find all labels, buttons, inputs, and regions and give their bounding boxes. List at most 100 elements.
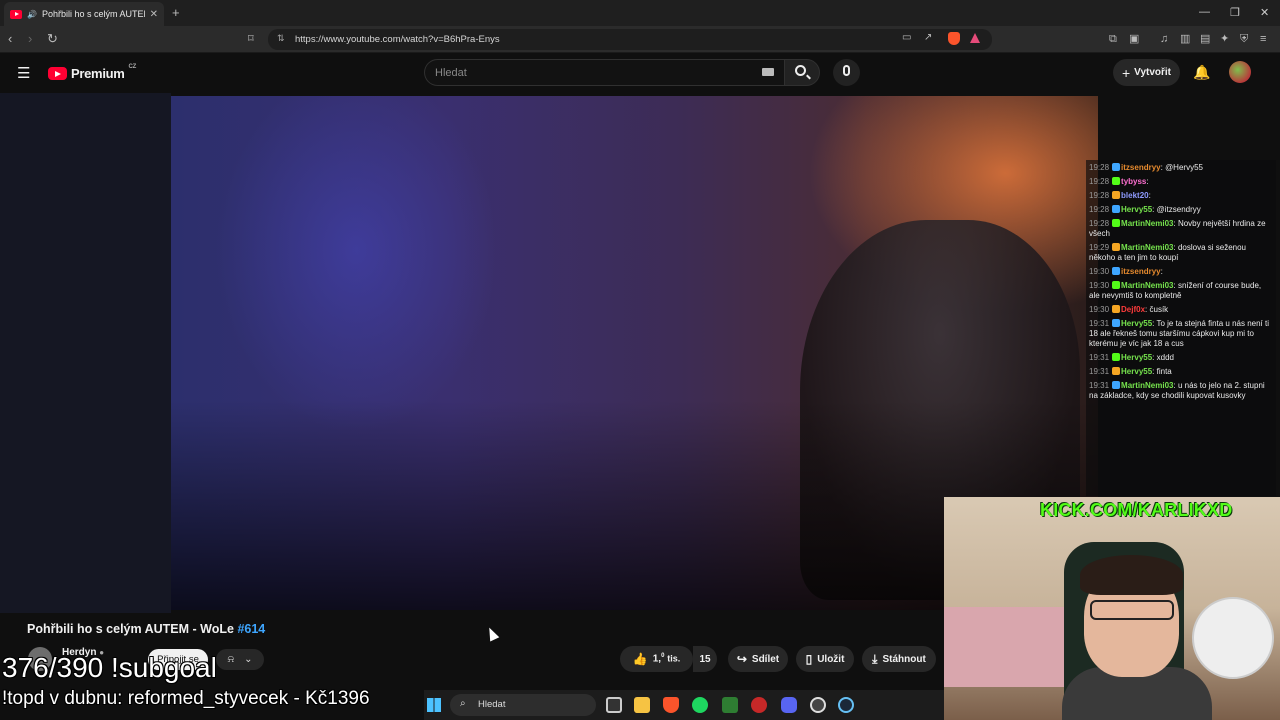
close-window-icon[interactable]: ✕ — [1260, 6, 1269, 19]
restore-icon[interactable]: ❐ — [1230, 6, 1240, 19]
download-button[interactable]: ⤓ Stáhnout — [862, 646, 936, 672]
download-label: Stáhnout — [882, 653, 926, 665]
chat-badge-icon — [1112, 191, 1121, 199]
task-view-icon[interactable] — [606, 697, 622, 713]
subscribe-menu-button[interactable]: ⍾ ⌄ — [216, 649, 264, 670]
tab-title: Pohřbili ho s celým AUTEM - — [41, 9, 145, 19]
webcam-overlay — [944, 497, 1280, 720]
notifications-bell-icon[interactable]: 🔔 — [1193, 64, 1210, 81]
chat-timestamp: 19:31 — [1089, 381, 1110, 390]
keyboard-icon[interactable] — [762, 68, 774, 76]
site-info-icon[interactable]: ⇅ — [277, 33, 285, 44]
extensions-icon[interactable]: ⧉ — [1109, 32, 1117, 46]
close-tab-icon[interactable]: ✕ — [150, 9, 158, 20]
obs-icon[interactable] — [810, 697, 826, 713]
wallet2-icon[interactable]: ▤ — [1200, 32, 1210, 46]
logo-region: CZ — [128, 63, 137, 70]
media-icon[interactable]: ♫ — [1160, 32, 1168, 46]
subgoal-overlay: 376/390 !subgoal — [2, 652, 217, 683]
like-button[interactable]: 👍 1,0 tis. — [620, 646, 693, 672]
chat-timestamp: 19:28 — [1089, 177, 1110, 186]
search-input[interactable]: Hledat — [424, 59, 784, 86]
address-bar[interactable]: ⇅ https://www.youtube.com/watch?v=B6hPra… — [268, 29, 992, 50]
chat-timestamp: 19:29 — [1089, 243, 1110, 252]
chat-badge-icon — [1112, 205, 1121, 213]
chat-message: 19:31 MartinNemi03: u nás to jelo na 2. s… — [1089, 381, 1273, 401]
bookmark-icon[interactable]: ⌑ — [248, 32, 254, 46]
stream-chat-overlay: 19:28 itzsendryy: @Hervy55 19:28 tybyss: 19… — [1086, 160, 1276, 496]
forward-icon[interactable]: › — [28, 32, 32, 46]
windows-start-icon[interactable] — [427, 698, 441, 712]
speaker-icon[interactable]: 🔊 — [27, 10, 37, 19]
webcam-person-glasses — [1090, 600, 1174, 620]
microphone-icon — [843, 65, 850, 76]
discord-icon[interactable] — [781, 697, 797, 713]
rewards-icon[interactable] — [970, 33, 980, 43]
youtube-logo[interactable]: Premium CZ — [48, 63, 137, 81]
share-arrow-icon: ↪ — [736, 652, 747, 666]
back-icon[interactable]: ‹ — [8, 32, 12, 46]
sidebar-icon[interactable]: ▥ — [1180, 32, 1190, 46]
account-avatar[interactable] — [1229, 61, 1251, 83]
chat-badge-icon — [1112, 319, 1121, 327]
hamburger-menu-icon[interactable]: ☰ — [17, 64, 30, 82]
new-tab-icon[interactable]: + — [172, 5, 180, 20]
webcam-person-hair — [1080, 555, 1183, 595]
video-hashtag[interactable]: #614 — [237, 622, 265, 636]
microphone-button[interactable] — [833, 59, 860, 86]
chat-username: Hervy55 — [1121, 353, 1153, 362]
youtube-favicon-icon — [10, 9, 22, 19]
chat-timestamp: 19:28 — [1089, 205, 1110, 214]
cast-icon[interactable]: ▭ — [902, 32, 911, 43]
file-explorer-icon[interactable] — [634, 697, 650, 713]
webcam-fan — [1192, 597, 1274, 679]
browser-toolbar: ‹ › ↻ ⌑ ⇅ https://www.youtube.com/watch?… — [0, 26, 1280, 53]
app-icon[interactable] — [722, 697, 738, 713]
chat-message: 19:28 blekt20: — [1089, 191, 1273, 201]
menu-icon[interactable]: ≡ — [1260, 32, 1266, 46]
youtube-header: ☰ Premium CZ Hledat + Vytvořit 🔔 — [0, 53, 1280, 93]
chat-timestamp: 19:30 — [1089, 305, 1110, 314]
chat-username: Hervy55 — [1121, 319, 1153, 328]
chat-badge-icon — [1112, 305, 1121, 313]
chat-badge-icon — [1112, 219, 1121, 227]
spotify-icon[interactable] — [692, 697, 708, 713]
minimize-icon[interactable]: — — [1199, 6, 1210, 18]
webcam-bed — [944, 607, 1064, 687]
chat-timestamp: 19:28 — [1089, 191, 1110, 200]
browser-tab-bar: 🔊 Pohřbili ho s celým AUTEM - ✕ + — ❐ ✕ — [0, 0, 1280, 26]
chat-username: Hervy55 — [1121, 367, 1153, 376]
chat-timestamp: 19:30 — [1089, 281, 1110, 290]
create-button[interactable]: + Vytvořit — [1113, 59, 1180, 86]
reload-icon[interactable]: ↻ — [47, 32, 58, 46]
share-button[interactable]: ↪ Sdílet — [728, 646, 788, 672]
chat-username: blekt20 — [1121, 191, 1149, 200]
steam-icon[interactable] — [838, 697, 854, 713]
comments-count-button[interactable]: 15 — [693, 646, 717, 672]
chat-username: Dejf0x — [1121, 305, 1146, 314]
leo-icon[interactable]: ✦ — [1220, 32, 1229, 46]
chat-text: @Hervy55 — [1165, 163, 1203, 172]
chat-message: 19:30 itzsendryy: — [1089, 267, 1273, 277]
chat-badge-icon — [1112, 281, 1121, 289]
chat-username: tybyss — [1121, 177, 1147, 186]
ccleaner-icon[interactable] — [751, 697, 767, 713]
create-label: Vytvořit — [1134, 67, 1172, 78]
chat-badge-icon — [1112, 243, 1121, 251]
taskbar-search[interactable]: ⌕ Hledat — [450, 694, 596, 716]
vpn-icon[interactable]: ⛨ — [1240, 32, 1248, 46]
save-button[interactable]: ▯ Uložit — [796, 646, 854, 672]
brave-browser-icon[interactable] — [663, 697, 679, 713]
brave-shield-icon[interactable] — [948, 32, 960, 45]
search-button[interactable] — [784, 59, 820, 86]
search-icon-handle — [806, 74, 811, 80]
chat-message: 19:31 Hervy55: xddd — [1089, 353, 1273, 363]
taskbar-search-label: Hledat — [478, 699, 506, 710]
wallet-icon[interactable]: ▣ — [1129, 32, 1139, 46]
video-left-dark-area — [0, 93, 171, 613]
chat-message: 19:28 itzsendryy: @Hervy55 — [1089, 163, 1273, 173]
chat-username: MartinNemi03 — [1121, 281, 1174, 290]
share-icon[interactable]: ↗ — [924, 32, 932, 43]
browser-tab[interactable]: 🔊 Pohřbili ho s celým AUTEM - ✕ — [4, 2, 164, 26]
windows-taskbar: ⌕ Hledat — [424, 690, 944, 720]
